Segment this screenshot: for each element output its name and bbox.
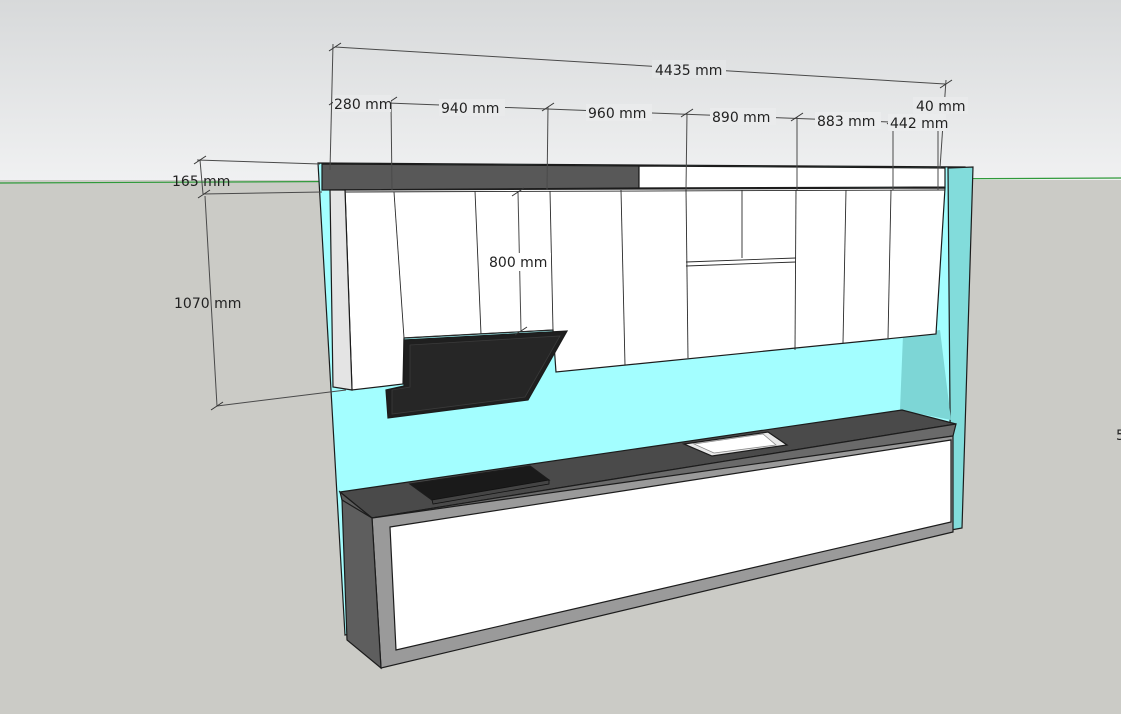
dim-seg-1: 280 mm: [334, 97, 392, 113]
top-dark-panel: [321, 163, 640, 191]
model-viewport[interactable]: 4435 mm 280 mm 940 mm 960 mm 890 mm 883 …: [0, 0, 1121, 714]
dim-overall-width: 4435 mm: [655, 63, 722, 79]
dim-seg-3: 960 mm: [588, 106, 646, 122]
sky: [0, 0, 1121, 182]
dim-top-panel-height: 165 mm: [172, 174, 230, 190]
top-light-panel: [638, 165, 946, 189]
dim-wall-unit-height: 1070 mm: [174, 296, 241, 312]
dim-seg-4: 890 mm: [712, 110, 770, 126]
dim-seg-5: 883 mm: [817, 114, 875, 130]
edge-text: 5: [1116, 428, 1121, 444]
dim-seg-7: 40 mm: [916, 99, 966, 115]
dim-seg-2: 940 mm: [441, 101, 499, 117]
dim-seg-6: 442 mm: [890, 116, 948, 132]
dim-hood-cabinet-height: 800 mm: [489, 255, 547, 271]
